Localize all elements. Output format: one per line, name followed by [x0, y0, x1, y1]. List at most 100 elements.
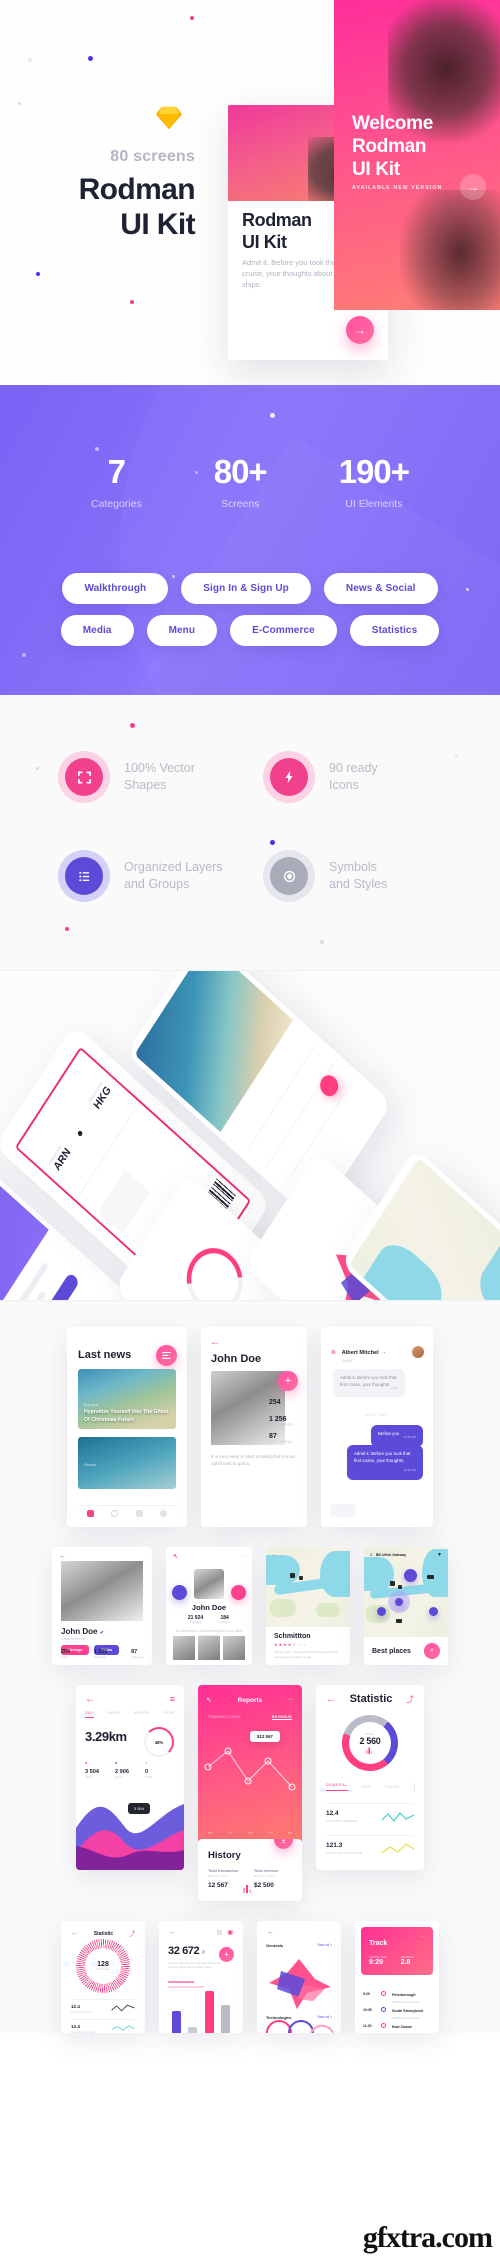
feature-vector-shapes: 100% Vector Shapes	[58, 751, 243, 803]
bar-2	[188, 2027, 198, 2033]
calendar-icon[interactable]: ▤	[217, 1929, 223, 1936]
tab-transactions[interactable]: TRANSACTIONS	[208, 1715, 241, 1720]
tab-general[interactable]: GENERAL	[326, 1783, 348, 1791]
arrow-left-icon[interactable]: ←	[59, 1553, 66, 1560]
pill-walkthrough[interactable]: Walkthrough	[62, 573, 169, 604]
plus-icon[interactable]: +	[278, 1371, 298, 1391]
arrow-left-icon[interactable]: ✳	[330, 1348, 337, 1357]
filter-icon[interactable]: ▼	[437, 1552, 442, 1558]
more-dots-icon[interactable]: ···	[287, 1696, 294, 1703]
decor-dot	[95, 447, 99, 451]
screen-profile-john-doe[interactable]: ← John Doe + 254 POSTS 1 256 FOLLOWERS 8…	[201, 1327, 307, 1527]
sketch-diamond-icon	[156, 106, 182, 130]
plus-icon[interactable]	[231, 1585, 246, 1600]
arrow-left-icon[interactable]: ←	[267, 1929, 274, 1936]
arrow-left-icon[interactable]: ←	[272, 1552, 278, 1558]
screen-map-detail[interactable]: ← ··· Schmittton ★★★★☆ 4.2 Staying calm,…	[266, 1547, 350, 1665]
tab-day[interactable]: DAY	[362, 1785, 371, 1789]
arrow-left-icon[interactable]: ←	[210, 1337, 220, 1348]
watermark: gfxtra.com	[362, 2221, 493, 2254]
arrow-left-icon[interactable]: ←	[85, 1694, 95, 1705]
stop-square-icon[interactable]	[172, 1585, 187, 1600]
pill-news-social[interactable]: News & Social	[323, 573, 438, 604]
download-icon[interactable]: ⤓	[274, 1839, 293, 1849]
share-icon[interactable]: ⤴	[406, 1694, 414, 1705]
axis-tick: TU	[228, 1831, 233, 1835]
screen-bignum-bars[interactable]: ← ▤ ▣ 32 672 ₴ Admit it. Before you took…	[159, 1921, 243, 2033]
lightning-bolt-icon	[270, 758, 308, 796]
home-icon[interactable]	[86, 1510, 94, 1517]
arrow-right-icon[interactable]: →	[346, 316, 374, 344]
more-dots-icon[interactable]: ···	[420, 1934, 425, 1940]
tab-week[interactable]: WEEK	[107, 1711, 120, 1718]
screen-reports[interactable]: ↖ Reports ··· TRANSACTIONS REVENUE $12 5…	[198, 1685, 302, 1845]
more-dots-icon[interactable]: ···	[339, 1552, 344, 1558]
arrow-right-icon[interactable]: →	[460, 174, 486, 200]
more-dots-icon[interactable]: ···	[239, 1553, 245, 1559]
donut-value: 2 560	[359, 1736, 381, 1746]
arrow-left-icon[interactable]: ←	[326, 1694, 336, 1705]
filter-icon[interactable]: ▣	[227, 1929, 233, 1936]
axis-tick: WE	[248, 1831, 253, 1835]
tab-day[interactable]: DAY	[85, 1711, 94, 1718]
filter-icon[interactable]: ≡	[170, 1694, 175, 1704]
news-card-1[interactable]: Europe Hypnotize Yourself Into The Ghost…	[78, 1369, 176, 1429]
profile-stats: 254 Posts 1 256 Followers 87 Following	[61, 1649, 143, 1659]
screen-map-best-places[interactable]: ⌕ Bill Ulfvik Gateway ▼ Best places ⌕	[364, 1547, 448, 1665]
arrow-left-icon[interactable]: ←	[169, 1929, 176, 1936]
icon-halo	[263, 751, 315, 803]
view-all-link[interactable]: View all >	[317, 1943, 332, 1947]
screen-radar-chart[interactable]: ← ··· Generals View all > Technologies V…	[257, 1921, 341, 2033]
track-dist-value: 2.8	[400, 1959, 411, 1966]
screen-fitness[interactable]: ← ≡ DAY WEEK MONTH YEAR 3.29km 48% ● 3 5…	[76, 1685, 184, 1870]
tab-month[interactable]: MONTH	[134, 1711, 150, 1718]
screen-profile-small[interactable]: ← John Doe ✔ Creative director Message F…	[52, 1547, 152, 1665]
pill-statistics[interactable]: Statistics	[349, 615, 440, 646]
tab-revenue[interactable]: REVENUE	[271, 1715, 292, 1720]
bar-1	[171, 2011, 181, 2033]
profile-photo	[61, 1561, 143, 1621]
hamburger-icon[interactable]	[156, 1345, 177, 1366]
statistic-title: Statistic	[349, 1693, 393, 1705]
pill-media[interactable]: Media	[60, 615, 134, 646]
search-icon[interactable]	[111, 1510, 119, 1517]
screen-statistic[interactable]: ← Statistic ⤴ TOTAL 2 560 GENERAL DAY TO…	[316, 1685, 424, 1870]
arrow-left-icon[interactable]: ←	[71, 1930, 78, 1937]
track-stop-3[interactable]: 11:20 East Cassie Bill Ulfvik Gateway Ea…	[363, 2015, 431, 2033]
screen-track[interactable]: ··· Track ARRIVAL TIME 9:20 DISTANCE 2.8	[355, 1921, 439, 2033]
news-card-2[interactable]: Ocean	[78, 1437, 176, 1489]
icon-halo	[58, 850, 110, 902]
pill-menu[interactable]: Menu	[146, 615, 218, 646]
bell-icon[interactable]	[135, 1510, 143, 1517]
best-places-title: Best places	[372, 1647, 411, 1655]
screen-profile-card[interactable]: ↖ ··· John Doe 21 924 Followers 184 Follow…	[166, 1547, 252, 1665]
decor-dot	[36, 272, 40, 276]
screen-chat[interactable]: ✳ Albert Mitchel + Online Admit it. Befo…	[321, 1327, 433, 1527]
reports-axis: MO TU WE TH FR	[208, 1831, 292, 1835]
statistic-filter[interactable]: TODAY	[385, 1785, 400, 1789]
fitness-wave-chart	[76, 1780, 184, 1870]
gauge-label: Heart beats	[96, 1968, 110, 1971]
tab-year[interactable]: YEAR	[163, 1711, 175, 1718]
track-metrics: ARRIVAL TIME 9:20 DISTANCE 2.8	[369, 1956, 425, 1966]
plus-icon[interactable]: +	[219, 1947, 234, 1962]
arrow-left-icon[interactable]: ↖	[173, 1553, 178, 1560]
stat-number: 190+	[338, 453, 410, 490]
decor-dot	[270, 413, 275, 418]
bar-4	[221, 2005, 231, 2033]
pill-signin-signup[interactable]: Sign In & Sign Up	[181, 573, 311, 604]
pill-ecommerce[interactable]: E-Commerce	[230, 615, 337, 646]
share-icon[interactable]: ⤴	[129, 1929, 135, 1938]
fitness-stats: ● 3 504 Steps ● 2 906 Floors ● 0 Climb	[85, 1760, 153, 1779]
screen-last-news[interactable]: Last news Europe Hypnotize Yourself Into…	[67, 1327, 187, 1527]
more-dots-icon[interactable]: ···	[325, 1930, 331, 1936]
search-icon[interactable]: ⌕	[424, 1643, 440, 1659]
screen-heart-gauge[interactable]: ← Statistic ⤴ 128 Heart beats 12.4 Calor…	[61, 1921, 145, 2033]
avatar[interactable]	[412, 1346, 424, 1358]
card-history[interactable]: ⤓ History Total transaction MAR 14 - JUL…	[198, 1839, 302, 1901]
chat-input[interactable]	[330, 1504, 356, 1517]
screens-row-1: Last news Europe Hypnotize Yourself Into…	[0, 1317, 500, 1537]
stat-number: 254	[269, 1399, 281, 1406]
map-search-bar[interactable]: ⌕ Bill Ulfvik Gateway	[370, 1552, 406, 1558]
user-icon[interactable]	[160, 1510, 168, 1517]
